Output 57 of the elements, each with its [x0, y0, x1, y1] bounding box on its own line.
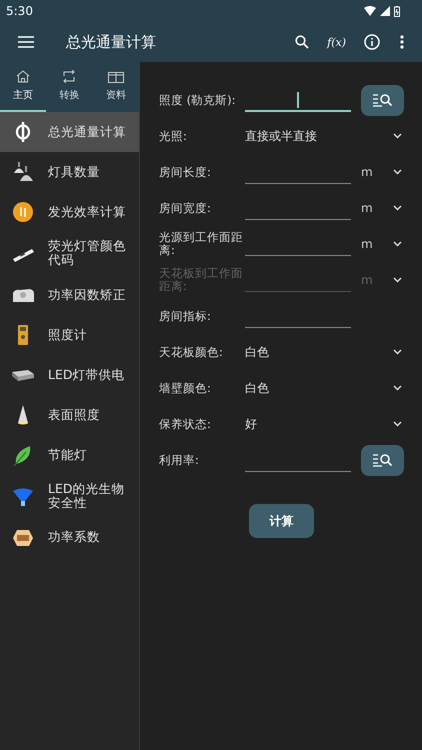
sidebar-item[interactable]: 荧光灯管颜色代码 [0, 232, 139, 275]
chevron-down-icon[interactable] [393, 421, 402, 427]
sidebar-item[interactable]: 发光效率计算 [0, 192, 139, 232]
sidebar-item[interactable]: LED的光生物安全性 [0, 474, 139, 518]
field-label: 照度 (勒克斯): [159, 94, 237, 106]
unit-label: m [361, 273, 374, 287]
field-label: 光源到工作面距离: [159, 231, 244, 257]
sidebar-item[interactable]: 节能灯 [0, 434, 139, 475]
list-search-icon [372, 453, 392, 467]
field-label: 光照: [159, 130, 188, 142]
lookup-button[interactable] [361, 444, 404, 476]
chevron-down-icon[interactable] [393, 169, 402, 175]
chevron-down-icon[interactable] [393, 205, 402, 211]
field-label: 房间宽度: [159, 202, 212, 214]
unit-label: m [361, 237, 374, 251]
field-label: 房间长度: [159, 166, 212, 178]
book-icon [108, 70, 124, 82]
home-icon [16, 70, 30, 83]
sidebar-item[interactable]: 表面照度 [0, 394, 139, 435]
battery-icon [394, 6, 400, 16]
wifi-icon [364, 6, 376, 16]
list-search-icon [372, 93, 392, 107]
swap-icon [62, 70, 76, 83]
tab[interactable]: 资料 [92, 62, 139, 112]
field-label: 天花板到工作面距离: [159, 267, 244, 293]
sidebar-item[interactable]: 灯具数量 [0, 152, 139, 192]
signal-icon [380, 6, 390, 16]
dropdown-value[interactable]: 好 [245, 416, 393, 432]
info-icon[interactable] [364, 34, 380, 50]
field-label: 天花板颜色: [159, 346, 224, 358]
dropdown-value[interactable]: 直接或半直接 [245, 128, 393, 144]
tab[interactable]: 转换 [46, 62, 93, 112]
unit-label: m [361, 201, 374, 215]
field-label: 房间指标: [159, 310, 212, 322]
field-label: 保养状态: [159, 418, 212, 430]
chevron-down-icon[interactable] [393, 385, 402, 391]
menu-icon[interactable] [18, 36, 34, 48]
sidebar-item[interactable]: 功率系数 [0, 518, 139, 558]
unit-label: m [361, 165, 374, 179]
lookup-button[interactable] [361, 84, 404, 116]
dropdown-value[interactable]: 白色 [245, 344, 393, 360]
sidebar-item[interactable]: 总光通量计算 [0, 112, 139, 152]
calculate-button[interactable]: 计算 [249, 504, 314, 538]
field-label: 利用率: [159, 454, 200, 466]
clock: 5:30 [6, 4, 33, 18]
sidebar-item[interactable]: 功率因数矫正 [0, 274, 139, 315]
chevron-down-icon[interactable] [393, 133, 402, 139]
field-label: 墙壁颜色: [159, 382, 212, 394]
function-button[interactable]: f(x) [327, 36, 346, 48]
chevron-down-icon[interactable] [393, 241, 402, 247]
app-title: 总光通量计算 [66, 32, 156, 52]
more-icon[interactable] [400, 35, 404, 49]
search-icon[interactable] [295, 35, 310, 49]
chevron-down-icon[interactable] [393, 349, 402, 355]
dropdown-value[interactable]: 白色 [245, 380, 393, 396]
sidebar-item[interactable]: 照度计 [0, 314, 139, 355]
sidebar-item[interactable]: LED灯带供电 [0, 354, 139, 395]
